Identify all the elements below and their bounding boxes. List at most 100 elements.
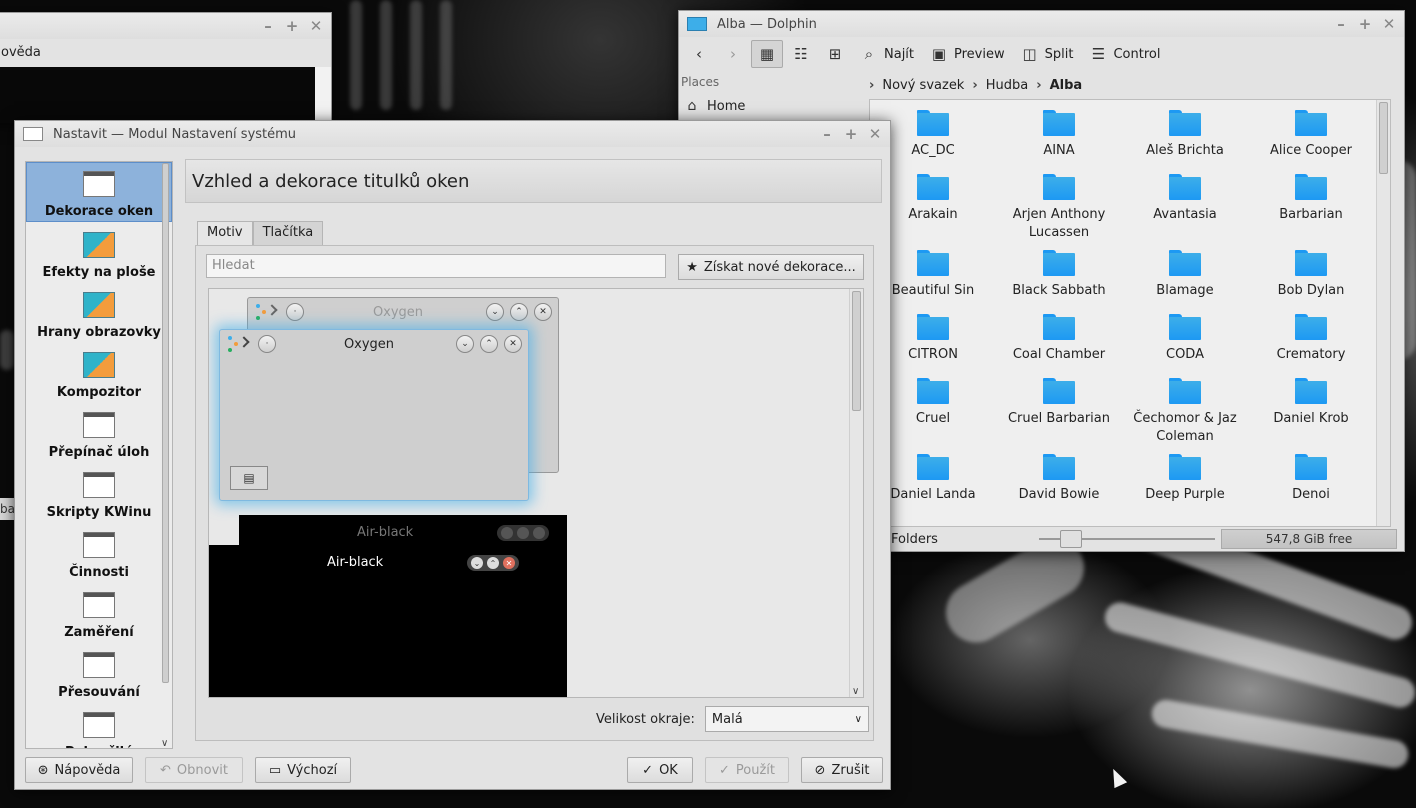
scrollbar-thumb[interactable] [162,163,169,683]
apply-label: Použít [735,762,775,778]
cancel-button[interactable]: ⊘ Zrušit [801,757,883,783]
dolphin-titlebar[interactable]: Alba — Dolphin – + ✕ [679,11,1404,37]
breadcrumb-current[interactable]: Alba [1050,78,1083,93]
breadcrumb-item[interactable]: Nový svazek [882,78,964,93]
background-window-titlebar[interactable]: – + ✕ [0,13,331,39]
background-window-menu[interactable]: ovědа [0,39,331,67]
folder-item[interactable]: Coal Chamber [996,314,1122,370]
border-size-select[interactable]: Malá ∨ [704,706,869,732]
chevron-down-icon[interactable]: ∨ [852,686,859,697]
sidebar-item[interactable]: Dekorace oken [26,162,172,222]
air-black-inactive-buttons [497,525,549,541]
folder-icon [1295,250,1327,276]
folder-item[interactable]: CODA [1122,314,1248,370]
folder-item[interactable]: Daniel Krob [1248,378,1374,446]
sidebar-item[interactable]: Efekty na ploše [26,222,172,282]
apply-button[interactable]: ✓ Použít [705,757,789,783]
sidebar-item-label: Pokročilé [65,745,133,748]
sidebar-item[interactable]: Skripty KWinu [26,462,172,522]
folder-item[interactable]: Alice Cooper [1248,110,1374,166]
tab-tlacitka[interactable]: Tlačítka [252,221,324,245]
folder-item[interactable]: Denoi [1248,454,1374,510]
folder-item[interactable]: David Bowie [996,454,1122,510]
folder-icon [1295,110,1327,136]
back-button[interactable]: ‹ [683,40,715,68]
compact-view-button[interactable]: ☷ [785,40,817,68]
preview-scrollbar[interactable]: ∨ [849,289,863,697]
background-window[interactable]: – + ✕ ovědа [0,12,332,123]
folder-icon [917,250,949,276]
folder-icon [1043,454,1075,480]
close-icon[interactable]: ✕ [309,19,323,34]
sidebar-item[interactable]: Přesouvání [26,642,172,702]
chevron-down-icon: ∨ [854,713,862,725]
close-icon[interactable]: ✕ [1382,17,1396,32]
folder-item[interactable]: Deep Purple [1122,454,1248,510]
maximize-icon[interactable]: + [1358,17,1372,32]
folder-item[interactable]: Crematory [1248,314,1374,370]
ok-button[interactable]: ✓ OK [627,757,693,783]
sidebar-item[interactable]: Zaměření [26,582,172,642]
sidebar-item[interactable]: Přepínač úloh [26,402,172,462]
search-input[interactable]: Hledat [206,254,666,278]
folder-item[interactable]: Bob Dylan [1248,250,1374,306]
air-black-preview[interactable]: Air-black Air-black ⌄ ⌃ ✕ [239,515,567,697]
minimize-icon[interactable]: – [820,127,834,142]
zoom-slider-handle[interactable] [1060,530,1082,548]
folder-item[interactable]: Avantasia [1122,174,1248,242]
places-item-home[interactable]: ⌂ Home [679,93,869,119]
scrollbar-thumb[interactable] [1379,102,1388,174]
minimize-icon[interactable]: – [1334,17,1348,32]
settings-title: Nastavit — Modul Nastavení systému [53,126,297,142]
maximize-icon[interactable]: + [285,19,299,34]
zoom-slider[interactable] [1039,530,1215,548]
sidebar-item[interactable]: Hrany obrazovky [26,282,172,342]
configure-decoration-icon[interactable]: ▤ [230,466,268,490]
settings-titlebar[interactable]: Nastavit — Modul Nastavení systému – + ✕ [15,121,890,147]
folder-item[interactable]: Cruel Barbarian [996,378,1122,446]
find-button[interactable]: ⌕ Najít [853,40,921,68]
defaults-button[interactable]: ▭ Výchozí [255,757,351,783]
folder-icon [1169,378,1201,404]
folder-item[interactable]: Blamage [1122,250,1248,306]
star-icon: ★ [686,259,698,275]
folder-item[interactable]: Čechomor & Jaz Coleman [1122,378,1248,446]
folder-label: Cruel [915,411,951,426]
maximize-icon[interactable]: + [844,127,858,142]
sidebar-scrollbar[interactable]: ∨ [159,161,173,749]
decoration-preview-list[interactable]: · Oxygen ⌄ ⌃ ✕ · Oxygen ⌄ ⌃ ✕ ▤ Air-blac… [208,288,864,698]
free-space-indicator[interactable]: 547,8 GiB free [1221,529,1397,549]
preview-button[interactable]: ▣ Preview [923,40,1012,68]
folder-icon [1295,174,1327,200]
folder-item[interactable]: Aleš Brichta [1122,110,1248,166]
close-icon[interactable]: ✕ [868,127,882,142]
oxygen-active-preview[interactable]: · Oxygen ⌄ ⌃ ✕ ▤ [219,329,529,501]
scrollbar-thumb[interactable] [852,291,861,411]
reset-button[interactable]: ↶ Obnovit [145,757,243,783]
folder-item[interactable]: Black Sabbath [996,250,1122,306]
folder-item[interactable]: Barbarian [1248,174,1374,242]
icons-view-button[interactable]: ▦ [751,40,783,68]
chevron-down-icon[interactable]: ∨ [161,738,168,749]
folder-item[interactable]: Arjen Anthony Lucassen [996,174,1122,242]
help-icon: ⊛ [37,762,49,778]
file-view-scrollbar[interactable] [1376,100,1390,526]
control-label: Control [1113,46,1161,62]
tab-motiv[interactable]: Motiv [197,221,253,245]
split-button[interactable]: ◫ Split [1014,40,1081,68]
system-settings-window[interactable]: Nastavit — Modul Nastavení systému – + ✕… [14,120,891,790]
folder-label: Blamage [1156,283,1214,298]
get-new-decorations-button[interactable]: ★ Získat nové dekorace... [678,254,864,280]
folder-item[interactable]: AINA [996,110,1122,166]
help-button[interactable]: ⊛ Nápověda [25,757,133,783]
sidebar-item[interactable]: Činnosti [26,522,172,582]
folder-label: Avantasia [1153,207,1217,222]
forward-button[interactable]: › [717,40,749,68]
minimize-icon[interactable]: – [261,19,275,34]
sidebar-item[interactable]: Pokročilé [26,702,172,748]
sidebar-item[interactable]: Kompozitor [26,342,172,402]
background-window-scrollbar[interactable] [315,67,331,123]
control-button[interactable]: ☰ Control [1082,40,1167,68]
details-view-button[interactable]: ⊞ [819,40,851,68]
breadcrumb-item[interactable]: Hudba [986,78,1029,93]
